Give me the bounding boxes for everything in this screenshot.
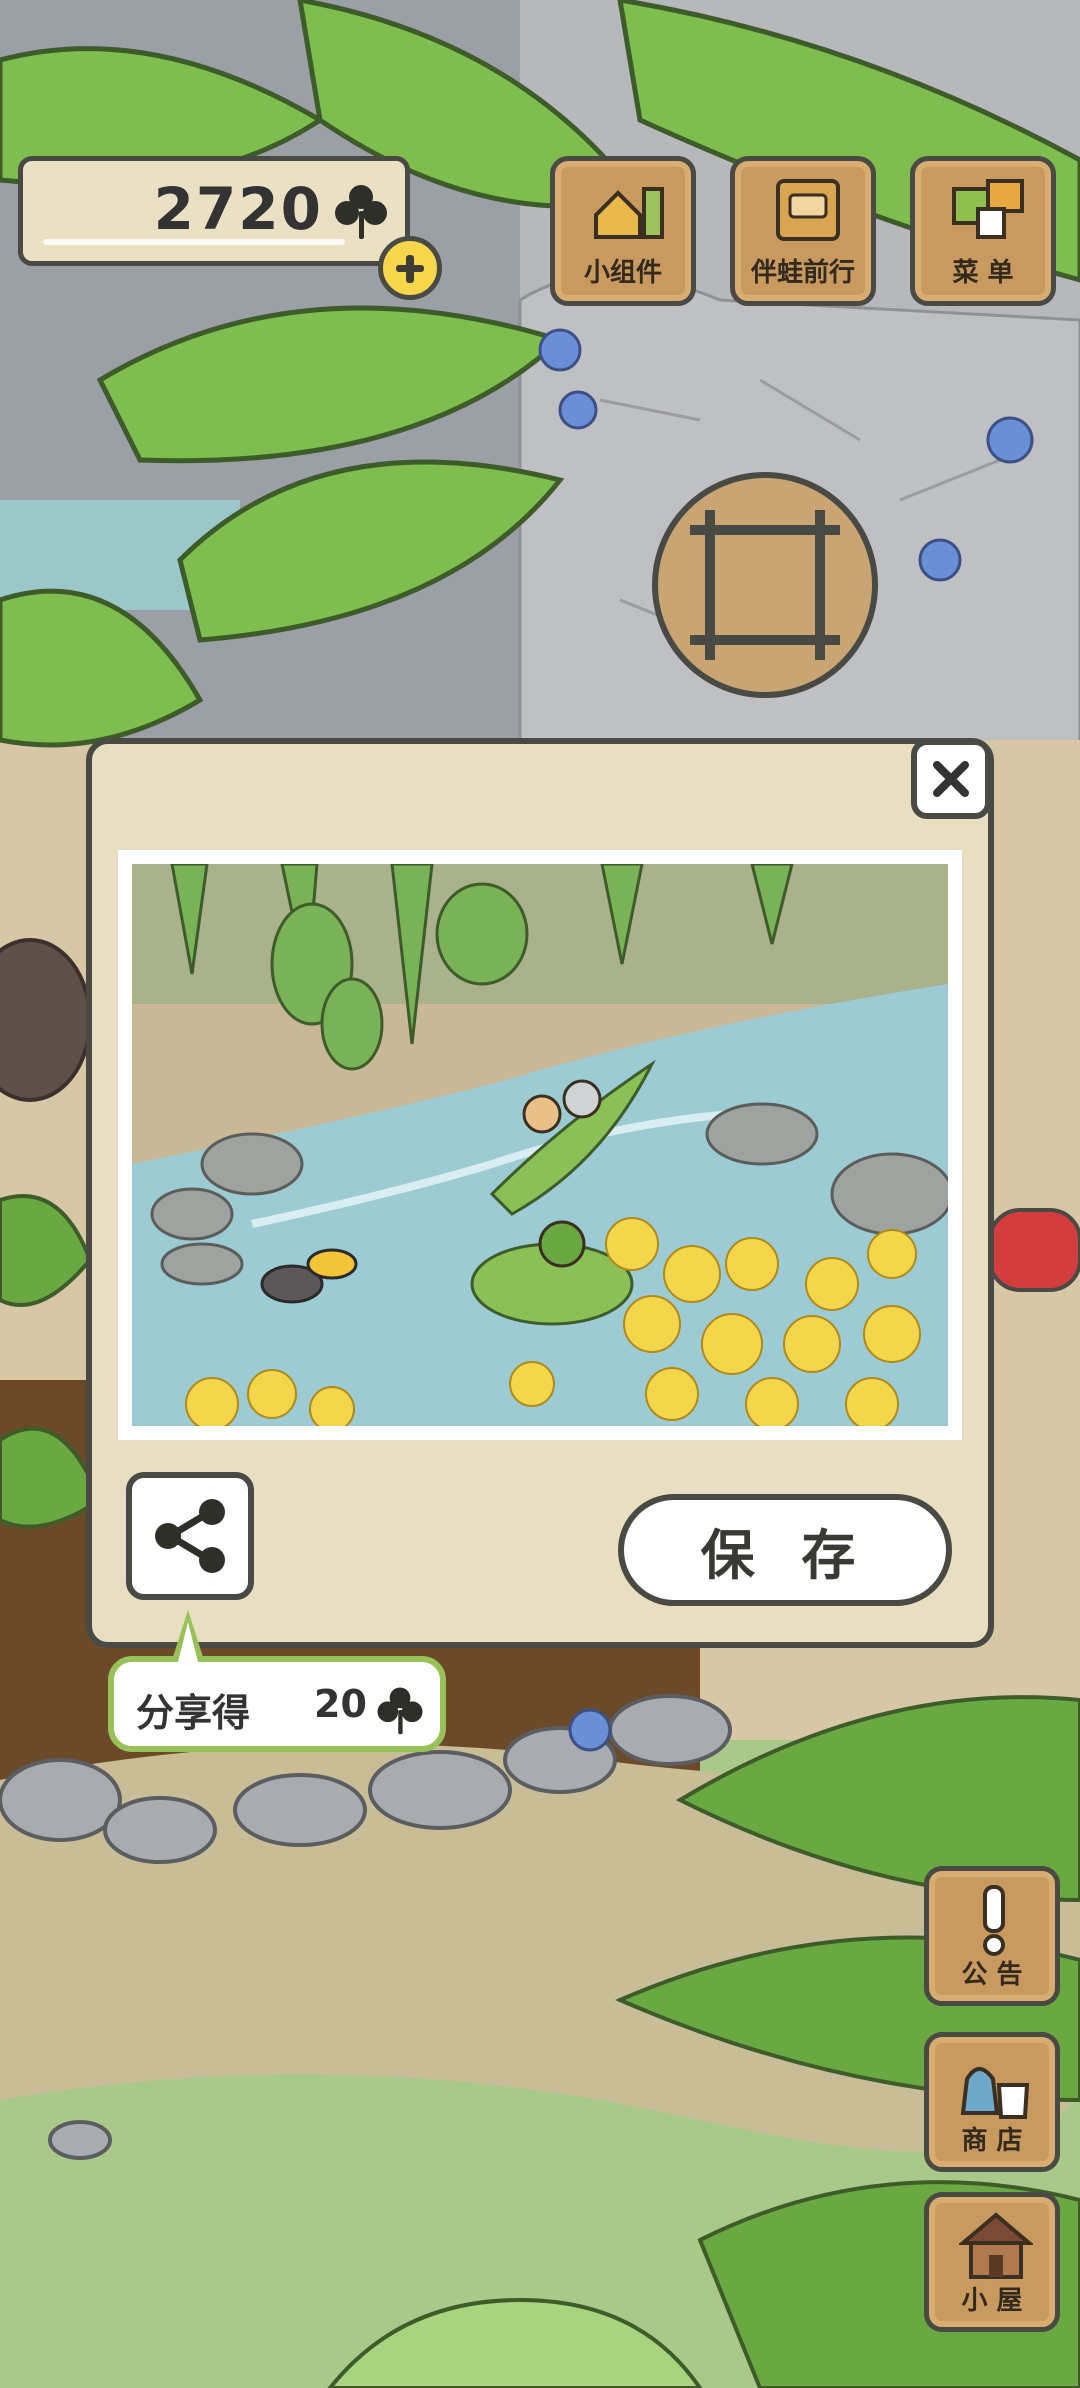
widget-button[interactable]: 小组件	[550, 156, 696, 306]
photo-illustration	[132, 864, 948, 1426]
menu-label: 菜 单	[952, 258, 1014, 288]
save-button[interactable]: 保 存	[618, 1494, 952, 1606]
share-tip-amount: 20	[314, 1682, 367, 1726]
share-reward-tip: 分享得 20	[108, 1656, 446, 1752]
widget-label: 小组件	[583, 258, 662, 288]
clover-icon	[335, 185, 387, 239]
widget-icon	[594, 187, 664, 239]
travel-photo[interactable]	[118, 850, 962, 1440]
shop-label: 商 店	[961, 2126, 1023, 2156]
shop-button[interactable]: 商 店	[924, 2032, 1060, 2172]
clover-counter: 2720	[18, 156, 410, 266]
journey-button[interactable]: 伴蛙前行	[730, 156, 876, 306]
close-icon	[933, 761, 969, 797]
menu-button[interactable]: 菜 单	[910, 156, 1056, 306]
share-tip-text: 分享得	[136, 1691, 251, 1735]
announcement-button[interactable]: 公 告	[924, 1866, 1060, 2006]
journey-label: 伴蛙前行	[750, 258, 855, 288]
share-icon	[155, 1499, 225, 1573]
clover-icon	[377, 1687, 423, 1735]
share-button[interactable]	[126, 1472, 254, 1600]
menu-icon	[952, 179, 1024, 239]
announcement-label: 公 告	[961, 1960, 1023, 1990]
house-label: 小 屋	[961, 2286, 1023, 2316]
close-button[interactable]	[911, 739, 991, 819]
journal-icon	[776, 179, 840, 241]
shop-bag-icon	[960, 2067, 1030, 2119]
house-button[interactable]: 小 屋	[924, 2192, 1060, 2332]
clover-count: 2720	[153, 175, 323, 243]
exclamation-icon	[983, 1885, 1005, 1956]
add-clover-button[interactable]	[378, 236, 442, 300]
house-icon	[959, 2212, 1033, 2279]
share-tip-pointer-inner	[178, 1622, 198, 1662]
clover-underline	[43, 239, 345, 245]
